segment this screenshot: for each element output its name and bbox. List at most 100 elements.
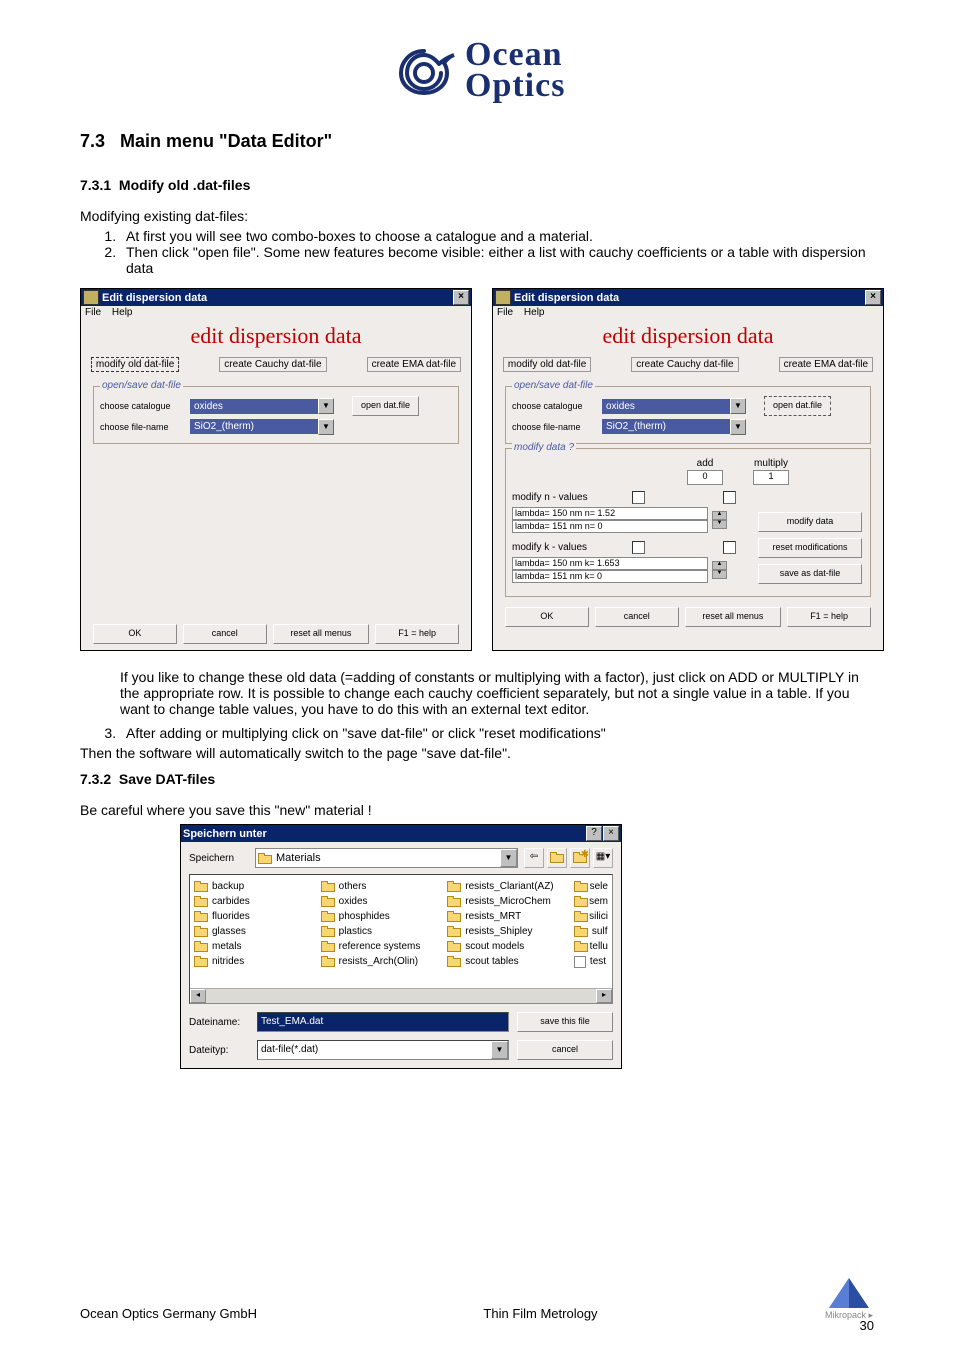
- horizontal-scrollbar[interactable]: ◂ ▸: [190, 988, 612, 1003]
- tab-ema[interactable]: create EMA dat-file: [367, 357, 461, 372]
- filetype-combo[interactable]: dat-file(*.dat) ▼: [257, 1040, 509, 1060]
- chevron-down-icon[interactable]: ▼: [318, 419, 334, 435]
- reset-all-menus-button[interactable]: reset all menus: [273, 624, 370, 644]
- folder-icon: [321, 896, 335, 907]
- help-button[interactable]: F1 = help: [787, 607, 871, 627]
- file-list-item[interactable]: silici: [574, 909, 608, 924]
- folder-icon: [321, 956, 335, 967]
- file-list-item[interactable]: phosphides: [321, 909, 444, 924]
- menu-help[interactable]: Help: [112, 307, 133, 318]
- file-list-item[interactable]: scout tables: [447, 954, 570, 969]
- file-list-item[interactable]: nitrides: [194, 954, 317, 969]
- combo-filename[interactable]: SiO2_(therm)▼: [190, 419, 334, 434]
- menubar: File Help: [493, 306, 883, 319]
- tab-cauchy[interactable]: create Cauchy dat-file: [631, 357, 738, 372]
- chevron-down-icon[interactable]: ▼: [730, 398, 746, 414]
- view-menu-icon[interactable]: ▦▾: [593, 848, 613, 868]
- file-list-item[interactable]: reference systems: [321, 939, 444, 954]
- n-spinner[interactable]: ▲▼: [712, 511, 727, 529]
- menu-help[interactable]: Help: [524, 307, 545, 318]
- cancel-button[interactable]: cancel: [595, 607, 679, 627]
- company-logo: Ocean Optics: [80, 40, 874, 101]
- reset-modifications-button[interactable]: reset modifications: [758, 538, 862, 558]
- file-list-item[interactable]: carbides: [194, 894, 317, 909]
- k-spinner[interactable]: ▲▼: [712, 561, 727, 579]
- folder-icon: [194, 941, 208, 952]
- file-list-item[interactable]: oxides: [321, 894, 444, 909]
- file-list-item[interactable]: plastics: [321, 924, 444, 939]
- file-list-item[interactable]: resists_Clariant(AZ): [447, 879, 570, 894]
- file-list-item[interactable]: sem: [574, 894, 608, 909]
- open-dat-file-button[interactable]: open dat.file: [764, 396, 831, 416]
- scroll-left-icon[interactable]: ◂: [190, 989, 206, 1003]
- folder-icon: [447, 926, 461, 937]
- file-list-item[interactable]: resists_MicroChem: [447, 894, 570, 909]
- file-list-item[interactable]: others: [321, 879, 444, 894]
- checkbox-k-mul[interactable]: [723, 541, 736, 554]
- filename-input[interactable]: Test_EMA.dat: [257, 1012, 509, 1032]
- chevron-down-icon[interactable]: ▼: [730, 419, 746, 435]
- file-list-item[interactable]: metals: [194, 939, 317, 954]
- tab-cauchy[interactable]: create Cauchy dat-file: [219, 357, 326, 372]
- tab-modify[interactable]: modify old dat-file: [91, 357, 179, 372]
- label-save-in: Speichern: [189, 853, 249, 864]
- help-icon[interactable]: ?: [586, 826, 602, 841]
- ok-button[interactable]: OK: [93, 624, 177, 644]
- close-icon[interactable]: ×: [603, 826, 619, 841]
- folder-icon: [574, 881, 586, 892]
- tab-ema[interactable]: create EMA dat-file: [779, 357, 873, 372]
- steps-list-2: After adding or multiplying click on "sa…: [80, 725, 874, 741]
- menu-file[interactable]: File: [497, 307, 513, 318]
- combo-filename[interactable]: SiO2_(therm)▼: [602, 419, 746, 434]
- file-list-item[interactable]: fluorides: [194, 909, 317, 924]
- reset-all-menus-button[interactable]: reset all menus: [685, 607, 782, 627]
- file-list-item[interactable]: resists_MRT: [447, 909, 570, 924]
- file-list[interactable]: backupcarbidesfluoridesglassesmetalsnitr…: [189, 874, 613, 1004]
- tab-modify[interactable]: modify old dat-file: [503, 357, 591, 372]
- chevron-down-icon[interactable]: ▼: [491, 1041, 508, 1059]
- menu-file[interactable]: File: [85, 307, 101, 318]
- file-list-item[interactable]: resists_Shipley: [447, 924, 570, 939]
- modify-data-button[interactable]: modify data: [758, 512, 862, 532]
- file-list-item[interactable]: sulf: [574, 924, 608, 939]
- file-list-item[interactable]: scout models: [447, 939, 570, 954]
- folder-icon: [447, 956, 461, 967]
- folder-icon: [194, 881, 208, 892]
- checkbox-n-mul[interactable]: [723, 491, 736, 504]
- save-as-dat-file-button[interactable]: save as dat-file: [758, 564, 862, 584]
- close-icon[interactable]: ×: [453, 290, 469, 305]
- cancel-button[interactable]: cancel: [183, 624, 267, 644]
- back-icon[interactable]: ⇦: [524, 848, 544, 868]
- save-this-file-button[interactable]: save this file: [517, 1012, 613, 1032]
- k-data-row: lambda= 150 nm k= 1.653: [512, 557, 708, 570]
- multiply-input[interactable]: 1: [753, 470, 789, 485]
- group-open-save: open/save dat-file choose catalogue oxid…: [93, 386, 459, 444]
- combo-catalogue[interactable]: oxides▼: [602, 399, 746, 414]
- checkbox-k-add[interactable]: [632, 541, 645, 554]
- file-list-item[interactable]: backup: [194, 879, 317, 894]
- file-list-item[interactable]: resists_Arch(Olin): [321, 954, 444, 969]
- up-folder-icon[interactable]: [547, 848, 567, 868]
- file-list-item[interactable]: test: [574, 954, 608, 969]
- new-folder-icon[interactable]: ✱: [570, 848, 590, 868]
- file-list-item[interactable]: sele: [574, 879, 608, 894]
- group-open-save: open/save dat-file choose catalogue oxid…: [505, 386, 871, 444]
- help-button[interactable]: F1 = help: [375, 624, 459, 644]
- folder-icon: [574, 941, 586, 952]
- file-list-item[interactable]: tellu: [574, 939, 608, 954]
- ok-button[interactable]: OK: [505, 607, 589, 627]
- label-choose-filename: choose file-name: [100, 422, 186, 432]
- checkbox-n-add[interactable]: [632, 491, 645, 504]
- close-icon[interactable]: ×: [865, 290, 881, 305]
- file-list-item[interactable]: glasses: [194, 924, 317, 939]
- chevron-down-icon[interactable]: ▼: [500, 849, 517, 867]
- folder-icon: [574, 896, 585, 907]
- scroll-right-icon[interactable]: ▸: [596, 989, 612, 1003]
- combo-catalogue[interactable]: oxides▼: [190, 399, 334, 414]
- chevron-down-icon[interactable]: ▼: [318, 398, 334, 414]
- cancel-button[interactable]: cancel: [517, 1040, 613, 1060]
- explain-para: If you like to change these old data (=a…: [120, 669, 874, 717]
- add-input[interactable]: 0: [687, 470, 723, 485]
- save-in-combo[interactable]: Materials ▼: [255, 848, 518, 868]
- open-dat-file-button[interactable]: open dat.file: [352, 396, 419, 416]
